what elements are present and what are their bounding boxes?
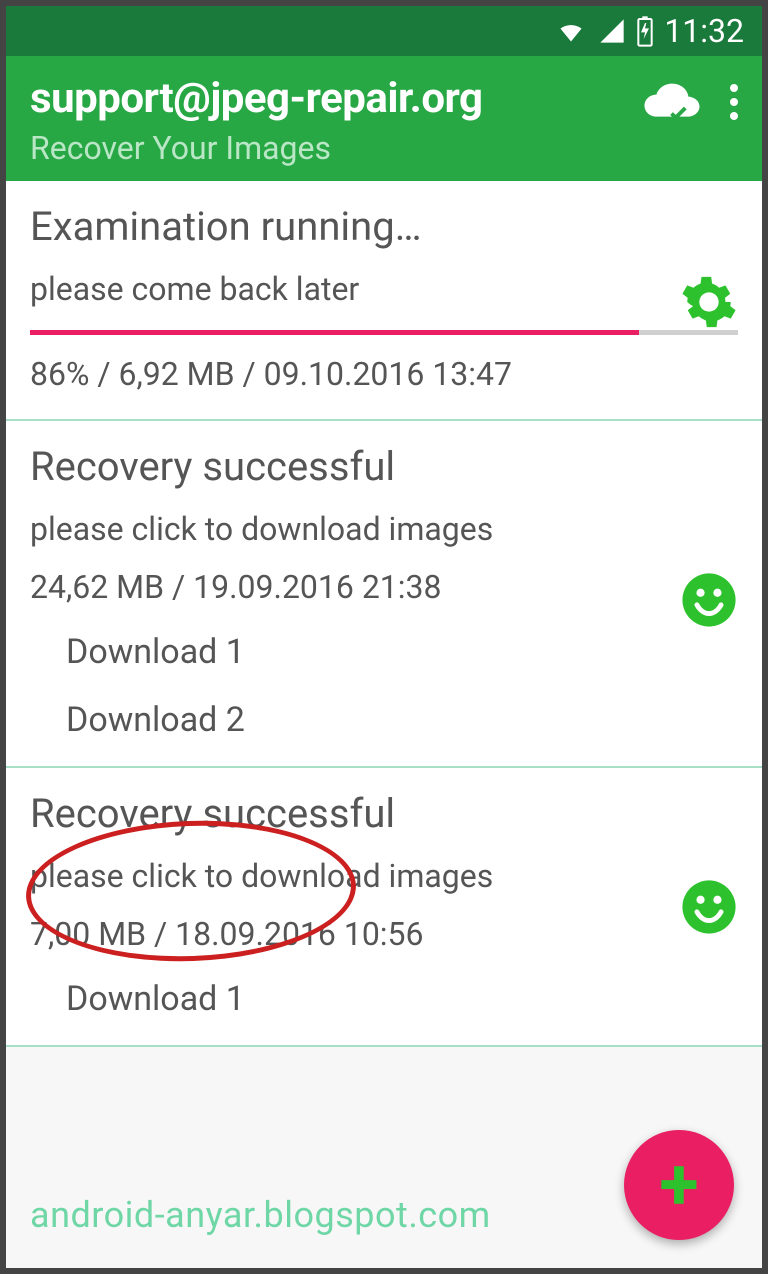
- item-meta: 7,00 MB / 18.09.2016 10:56: [30, 915, 738, 953]
- item-subtitle: please click to download images: [30, 510, 738, 548]
- item-title: Examination running…: [30, 203, 738, 250]
- fab-add-button[interactable]: +: [624, 1130, 734, 1240]
- recovery-item-running[interactable]: Examination running… please come back la…: [6, 181, 762, 421]
- recovery-item-success[interactable]: Recovery successful please click to down…: [6, 768, 762, 1047]
- item-meta: 86% / 6,92 MB / 09.10.2016 13:47: [30, 355, 738, 393]
- smile-icon: [680, 571, 738, 629]
- plus-icon: +: [659, 1149, 698, 1221]
- app-title: support@jpeg-repair.org: [30, 74, 483, 123]
- app-bar-titles: support@jpeg-repair.org Recover Your Ima…: [30, 74, 483, 167]
- status-icons: 11:32: [554, 12, 744, 50]
- download-link[interactable]: Download 2: [66, 700, 738, 740]
- status-time: 11:32: [664, 12, 744, 50]
- wifi-icon: [554, 17, 588, 45]
- cloud-check-icon[interactable]: [642, 80, 702, 124]
- download-link[interactable]: Download 1: [66, 979, 738, 1019]
- app-bar: support@jpeg-repair.org Recover Your Ima…: [6, 56, 762, 181]
- progress-bar: [30, 330, 738, 335]
- download-link[interactable]: Download 1: [66, 632, 738, 672]
- signal-icon: [598, 17, 626, 45]
- item-title: Recovery successful: [30, 443, 738, 490]
- item-subtitle: please click to download images: [30, 857, 738, 895]
- app-bar-actions: [642, 74, 738, 124]
- app-subtitle: Recover Your Images: [30, 129, 483, 167]
- gear-icon[interactable]: [680, 273, 738, 331]
- recovery-list: Examination running… please come back la…: [6, 181, 762, 1047]
- item-title: Recovery successful: [30, 790, 738, 837]
- download-links: Download 1 Download 2: [30, 632, 738, 740]
- item-meta: 24,62 MB / 19.09.2016 21:38: [30, 568, 738, 606]
- recovery-item-success[interactable]: Recovery successful please click to down…: [6, 421, 762, 768]
- device-frame: 11:32 support@jpeg-repair.org Recover Yo…: [0, 0, 768, 1274]
- item-subtitle: please come back later: [30, 270, 738, 308]
- status-bar: 11:32: [6, 6, 762, 56]
- smile-icon: [680, 878, 738, 936]
- overflow-menu-icon[interactable]: [730, 84, 738, 92]
- watermark-text: android-anyar.blogspot.com: [30, 1194, 491, 1236]
- progress-fill: [30, 330, 639, 335]
- battery-charging-icon: [636, 15, 654, 47]
- download-links: Download 1: [30, 979, 738, 1019]
